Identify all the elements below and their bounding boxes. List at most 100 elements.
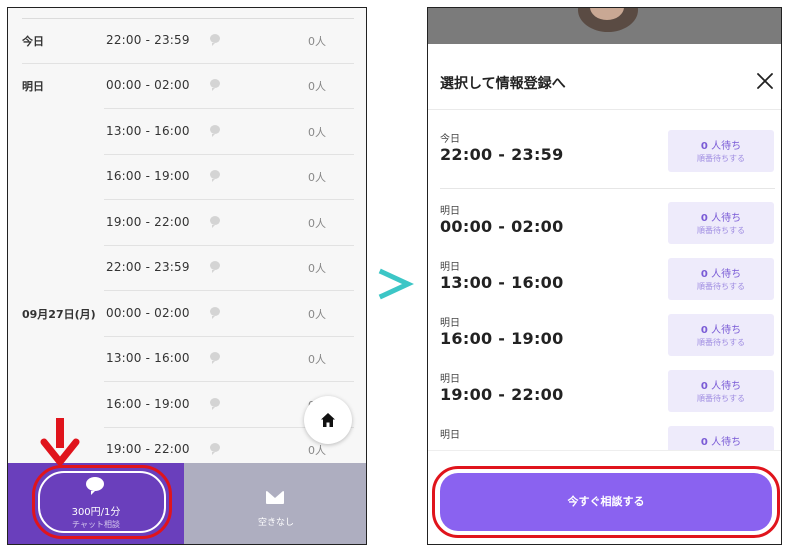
schedule-count: 0人 bbox=[308, 126, 326, 139]
slot-day: 今日 bbox=[440, 134, 460, 145]
wait-count: 0 人待ち bbox=[668, 265, 774, 280]
comparison-canvas: 今日 22:00 - 23:59 0人 明日 00:00 - 02:00 0人 … bbox=[0, 0, 790, 550]
wait-text: 人待ち bbox=[711, 381, 742, 392]
schedule-day: 09月27日(月) bbox=[22, 308, 96, 321]
wait-number: 0 bbox=[700, 269, 708, 280]
schedule-count: 0人 bbox=[308, 262, 326, 275]
schedule-time: 13:00 - 16:00 bbox=[106, 124, 190, 138]
schedule-count: 0人 bbox=[308, 80, 326, 93]
slot-selection-sheet: 選択して情報登録へ 今日 22:00 - 23:59 0 人待ち 順番待ちする … bbox=[428, 44, 781, 544]
schedule-count: 0人 bbox=[308, 353, 326, 366]
schedule-row: 13:00 - 16:00 0人 bbox=[8, 337, 366, 382]
time-slot: 明日 00:00 - 02:00 0 人待ち 順番待ちする bbox=[428, 202, 781, 258]
schedule-list: 今日 22:00 - 23:59 0人 明日 00:00 - 02:00 0人 … bbox=[8, 8, 366, 463]
schedule-time: 19:00 - 22:00 bbox=[106, 442, 190, 456]
schedule-count: 0人 bbox=[308, 308, 326, 321]
queue-label: 順番待ちする bbox=[697, 282, 745, 291]
red-down-arrow-icon bbox=[40, 418, 80, 466]
home-icon bbox=[321, 413, 335, 427]
teal-next-arrow-icon bbox=[378, 268, 414, 300]
queue-button[interactable]: 0 人待ち 順番待ちする bbox=[668, 258, 774, 300]
time-slot: 明日 16:00 - 19:00 0 人待ち 順番待ちする bbox=[428, 314, 781, 370]
close-icon[interactable] bbox=[756, 72, 774, 90]
time-slot: 今日 22:00 - 23:59 0 人待ち 順番待ちする bbox=[428, 130, 781, 189]
mail-icon bbox=[266, 491, 284, 504]
slot-day: 明日 bbox=[440, 318, 460, 329]
schedule-count: 0人 bbox=[308, 444, 326, 457]
schedule-count: 0人 bbox=[308, 217, 326, 230]
wait-number: 0 bbox=[700, 325, 708, 336]
schedule-time: 19:00 - 22:00 bbox=[106, 215, 190, 229]
mail-status-label: 空きなし bbox=[257, 518, 294, 528]
queue-label: 順番待ちする bbox=[697, 338, 745, 347]
schedule-time: 16:00 - 19:00 bbox=[106, 169, 190, 183]
chat-bubble-icon bbox=[210, 79, 220, 91]
schedule-row: 19:00 - 22:00 0人 bbox=[8, 201, 366, 246]
wait-number: 0 bbox=[700, 213, 708, 224]
wait-text: 人待ち bbox=[711, 437, 742, 448]
chat-bubble-icon bbox=[210, 125, 220, 137]
schedule-time: 00:00 - 02:00 bbox=[106, 306, 190, 320]
right-phone-screen: 選択して情報登録へ 今日 22:00 - 23:59 0 人待ち 順番待ちする … bbox=[427, 7, 782, 545]
schedule-row: 16:00 - 19:00 0人 bbox=[8, 155, 366, 200]
divider bbox=[104, 290, 354, 291]
wait-count: 0 人待ち bbox=[668, 209, 774, 224]
wait-number: 0 bbox=[700, 381, 708, 392]
queue-button[interactable]: 0 人待ち 順番待ちする bbox=[668, 130, 774, 172]
divider bbox=[440, 188, 775, 189]
divider bbox=[104, 381, 354, 382]
chat-bubble-icon bbox=[210, 261, 220, 273]
queue-label: 順番待ちする bbox=[697, 226, 745, 235]
time-slot: 明日 19:00 - 22:00 0 人待ち 順番待ちする bbox=[428, 370, 781, 426]
schedule-row: 明日 00:00 - 02:00 0人 bbox=[8, 64, 366, 109]
chat-bubble-icon bbox=[210, 216, 220, 228]
slot-day: 明日 bbox=[440, 430, 460, 441]
schedule-row: 09月27日(月) 00:00 - 02:00 0人 bbox=[8, 292, 366, 337]
slot-time: 19:00 - 22:00 bbox=[440, 385, 564, 404]
wait-count: 0 人待ち bbox=[668, 321, 774, 336]
divider bbox=[104, 199, 354, 200]
schedule-time: 00:00 - 02:00 bbox=[106, 78, 190, 92]
profile-photo-strip bbox=[428, 8, 781, 44]
chat-bubble-icon bbox=[210, 170, 220, 182]
queue-button[interactable]: 0 人待ち 順番待ちする bbox=[668, 314, 774, 356]
slot-time: 00:00 - 02:00 bbox=[440, 217, 564, 236]
schedule-time: 13:00 - 16:00 bbox=[106, 351, 190, 365]
slot-time: 22:00 - 23:59 bbox=[440, 145, 564, 164]
divider bbox=[428, 109, 781, 110]
mail-consult-button[interactable]: 空きなし bbox=[184, 463, 366, 544]
wait-number: 0 bbox=[700, 141, 708, 152]
wait-count: 0 人待ち bbox=[668, 377, 774, 392]
slot-day: 明日 bbox=[440, 374, 460, 385]
queue-label: 順番待ちする bbox=[697, 394, 745, 403]
sheet-title: 選択して情報登録へ bbox=[440, 76, 566, 92]
divider bbox=[104, 108, 354, 109]
time-slot: 明日 13:00 - 16:00 0 人待ち 順番待ちする bbox=[428, 258, 781, 314]
wait-number: 0 bbox=[700, 437, 708, 448]
wait-text: 人待ち bbox=[711, 269, 742, 280]
chat-bubble-icon bbox=[210, 443, 220, 455]
queue-label: 順番待ちする bbox=[697, 154, 745, 163]
chat-bubble-icon bbox=[210, 352, 220, 364]
schedule-row: 今日 22:00 - 23:59 0人 bbox=[8, 19, 366, 64]
schedule-day: 今日 bbox=[22, 35, 44, 48]
wait-count: 0 人待ち bbox=[668, 433, 774, 448]
schedule-count: 0人 bbox=[308, 171, 326, 184]
slot-time: 16:00 - 19:00 bbox=[440, 329, 564, 348]
queue-button[interactable]: 0 人待ち 順番待ちする bbox=[668, 202, 774, 244]
highlight-ring bbox=[432, 466, 780, 538]
queue-button[interactable]: 0 人待ち 順番待ちする bbox=[668, 370, 774, 412]
home-button[interactable] bbox=[304, 396, 352, 444]
schedule-row: 22:00 - 23:59 0人 bbox=[8, 246, 366, 291]
wait-text: 人待ち bbox=[711, 141, 742, 152]
slot-day: 明日 bbox=[440, 206, 460, 217]
wait-count: 0 人待ち bbox=[668, 137, 774, 152]
sheet-footer: 今すぐ相談する bbox=[428, 450, 781, 544]
schedule-row: 13:00 - 16:00 0人 bbox=[8, 110, 366, 155]
slot-time: 13:00 - 16:00 bbox=[440, 273, 564, 292]
schedule-time: 22:00 - 23:59 bbox=[106, 260, 190, 274]
slot-day: 明日 bbox=[440, 262, 460, 273]
chat-bubble-icon bbox=[210, 307, 220, 319]
wait-text: 人待ち bbox=[711, 213, 742, 224]
chat-bubble-icon bbox=[210, 398, 220, 410]
